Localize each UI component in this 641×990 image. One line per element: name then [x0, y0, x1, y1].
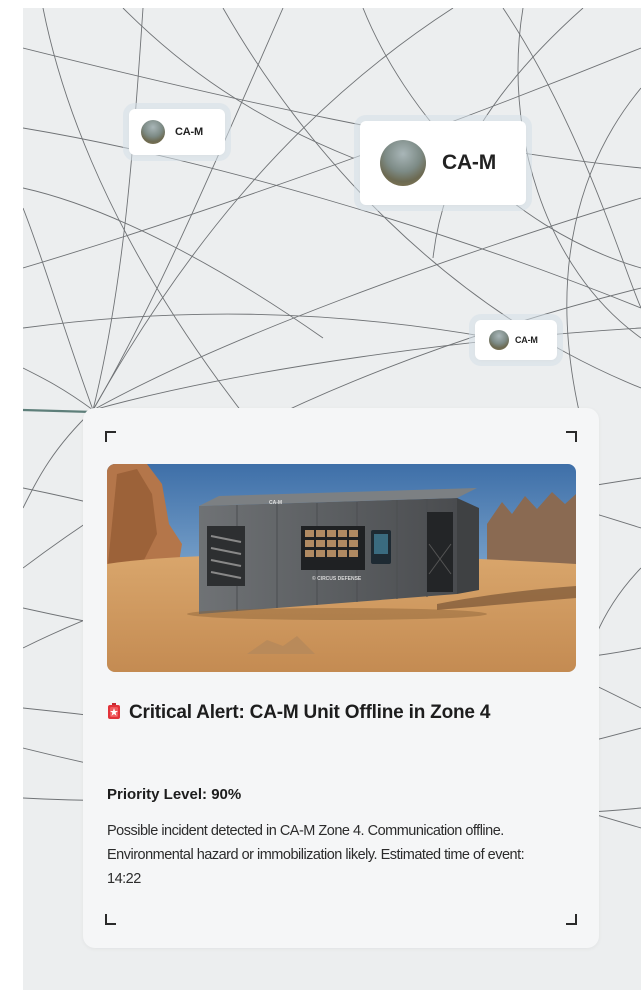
map-canvas[interactable]: CA-M CA-M CA-M CA-M © CIRCUS DEFENSE Cri… — [23, 8, 641, 990]
alert-card[interactable]: CA-M © CIRCUS DEFENSE Critical Alert: CA… — [83, 408, 599, 948]
frame-corner — [105, 914, 116, 925]
unit-marker-label: CA-M — [515, 335, 538, 345]
unit-marker-selected[interactable]: CA-M — [360, 121, 526, 205]
unit-marker-label: CA-M — [442, 151, 497, 174]
priority-level: Priority Level: 90% — [107, 786, 242, 803]
photo-container-brand: CA-M — [269, 500, 282, 506]
photo-container-side-text: © CIRCUS DEFENSE — [312, 575, 362, 582]
unit-marker[interactable]: CA-M — [475, 320, 557, 360]
frame-corner — [105, 431, 116, 442]
unit-marker[interactable]: CA-M — [129, 109, 225, 155]
alert-title-text: Critical Alert: CA-M Unit Offline in Zon… — [129, 702, 491, 723]
alert-description: Possible incident detected in CA-M Zone … — [107, 823, 525, 887]
unit-photo: CA-M © CIRCUS DEFENSE — [107, 464, 576, 672]
unit-marker-label: CA-M — [175, 126, 203, 138]
siren-icon — [107, 703, 121, 719]
unit-thumbnail-icon — [141, 120, 165, 144]
frame-corner — [566, 431, 577, 442]
frame-corner — [566, 914, 577, 925]
alert-title: Critical Alert: CA-M Unit Offline in Zon… — [107, 702, 537, 723]
unit-thumbnail-icon — [380, 140, 426, 186]
unit-thumbnail-icon — [489, 330, 509, 350]
